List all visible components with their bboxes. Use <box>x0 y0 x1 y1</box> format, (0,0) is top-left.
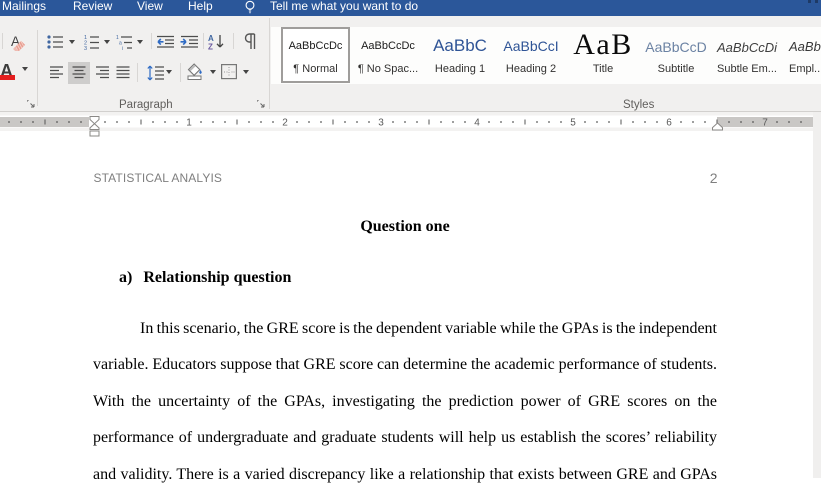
svg-text:1: 1 <box>186 118 192 129</box>
svg-text:4: 4 <box>474 118 480 129</box>
svg-text:Z: Z <box>208 43 213 51</box>
svg-text:6: 6 <box>666 118 672 129</box>
svg-text:3: 3 <box>84 46 87 50</box>
svg-text:3: 3 <box>378 118 384 129</box>
svg-text:5: 5 <box>570 118 576 129</box>
svg-text:i: i <box>122 46 123 50</box>
svg-text:2: 2 <box>282 118 288 129</box>
svg-text:7: 7 <box>762 118 768 129</box>
